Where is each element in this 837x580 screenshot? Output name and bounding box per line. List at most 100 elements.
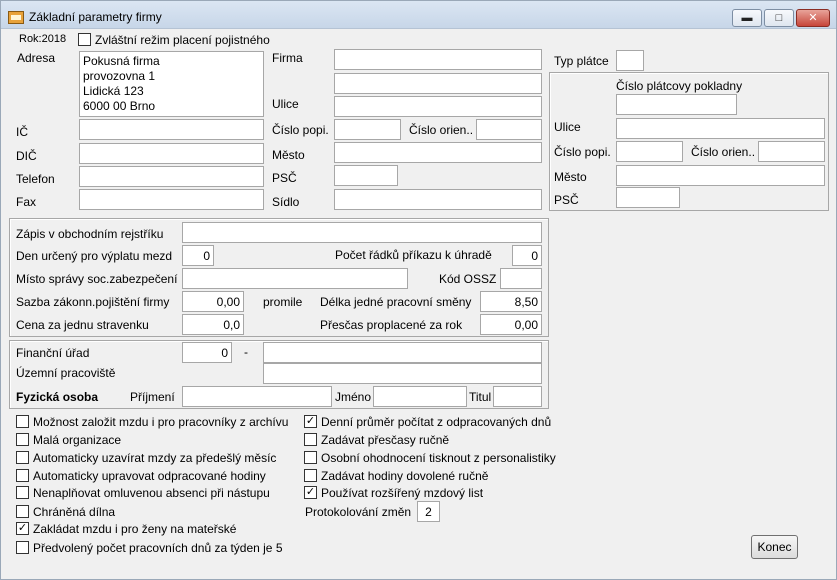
sazba-label: Sazba zákonn.pojištění firmy (16, 295, 170, 309)
title-bar: Základní parametry firmy ▬ □ ✕ (1, 1, 836, 29)
option-daily-avg-check[interactable]: ✓ (304, 415, 317, 429)
payer-ulice-field[interactable] (616, 118, 825, 139)
option-archive-check[interactable] (16, 415, 29, 429)
payer-psc-field[interactable] (616, 187, 680, 208)
telefon-field[interactable] (79, 166, 264, 187)
option-five-days-check[interactable] (16, 541, 29, 555)
option-archive-label: Možnost založit mzdu i pro pracovníky z … (33, 414, 289, 429)
option-protected-check[interactable] (16, 505, 29, 519)
fyzicka-label: Fyzická osoba (16, 390, 99, 404)
special-regime-label: Zvláštní režim placení pojistného (95, 32, 270, 47)
option-protected[interactable]: Chráněná dílna (16, 504, 115, 520)
typ-platce-field[interactable] (616, 50, 644, 71)
address-label: Adresa (17, 51, 56, 65)
option-vacation-hours-check[interactable] (304, 469, 317, 483)
option-absence-check[interactable] (16, 486, 29, 500)
special-regime-check[interactable] (78, 33, 91, 47)
prescas-label: Přesčas proplacené za rok (320, 318, 463, 332)
ic-label: IČ (16, 125, 28, 139)
dic-field[interactable] (79, 143, 264, 164)
maximize-button[interactable]: □ (764, 9, 794, 27)
pocet-field[interactable]: 0 (512, 245, 542, 266)
cislo-platcovy-field[interactable] (616, 94, 737, 115)
mesto-field[interactable] (334, 142, 542, 163)
kod-field[interactable] (500, 268, 542, 289)
app-icon (8, 11, 24, 24)
option-overtime[interactable]: Zadávat přesčasy ručně (304, 432, 449, 448)
prescas-field[interactable]: 0,00 (480, 314, 542, 335)
option-overtime-check[interactable] (304, 433, 317, 447)
psc-label: PSČ (272, 171, 297, 185)
window-title: Základní parametry firmy (29, 10, 162, 24)
option-small-org-check[interactable] (16, 433, 29, 447)
financni-code-field[interactable]: 0 (182, 342, 232, 363)
prijmeni-label: Příjmení (130, 390, 175, 404)
firma-field-1[interactable] (334, 49, 542, 70)
payer-mesto-field[interactable] (616, 165, 825, 186)
option-maternity-label: Zakládat mzdu i pro ženy na mateřské (33, 521, 237, 536)
option-vacation-hours[interactable]: Zadávat hodiny dovolené ručně (304, 468, 488, 484)
close-button[interactable]: ✕ (796, 9, 830, 27)
payer-cislo-orien-label: Číslo orien.. (691, 145, 756, 159)
kod-label: Kód OSSZ (439, 272, 497, 286)
protokol-label: Protokolování změn (305, 505, 412, 519)
delka-field[interactable]: 8,50 (480, 291, 542, 312)
option-extended-list-check[interactable]: ✓ (304, 486, 317, 500)
psc-field[interactable] (334, 165, 398, 186)
zapis-field[interactable] (182, 222, 542, 243)
cislo-popi-field[interactable] (334, 119, 401, 140)
ic-field[interactable] (79, 119, 264, 140)
den-label: Den určený pro výplatu mezd (16, 249, 173, 263)
option-personal-eval-label: Osobní ohodnocení tisknout z personalist… (321, 450, 556, 465)
cislo-orien-label: Číslo orien.. (409, 123, 474, 137)
option-auto-close-check[interactable] (16, 451, 29, 465)
option-maternity-check[interactable]: ✓ (16, 522, 29, 536)
option-personal-eval[interactable]: Osobní ohodnocení tisknout z personalist… (304, 450, 556, 466)
firma-label: Firma (272, 51, 303, 65)
sidlo-field[interactable] (334, 189, 542, 210)
sazba-field[interactable]: 0,00 (182, 291, 244, 312)
uzemni-field[interactable] (263, 363, 542, 384)
option-personal-eval-check[interactable] (304, 451, 317, 465)
option-small-org[interactable]: Malá organizace (16, 432, 121, 448)
minimize-button[interactable]: ▬ (732, 9, 762, 27)
fax-field[interactable] (79, 189, 264, 210)
sidlo-label: Sídlo (272, 195, 300, 209)
dialog-window: Základní parametry firmy ▬ □ ✕ Rok:2018 … (0, 0, 837, 580)
option-five-days[interactable]: Předvolený počet pracovních dnů za týden… (16, 540, 283, 556)
cena-field[interactable]: 0,0 (182, 314, 244, 335)
special-regime-checkbox[interactable]: Zvláštní režim placení pojistného (78, 32, 270, 48)
option-small-org-label: Malá organizace (33, 432, 122, 447)
dic-label: DIČ (16, 149, 37, 163)
prijmeni-field[interactable] (182, 386, 332, 407)
cislo-orien-field[interactable] (476, 119, 542, 140)
protokol-field[interactable]: 2 (417, 501, 440, 522)
option-archive[interactable]: Možnost založit mzdu i pro pracovníky z … (16, 414, 288, 430)
ulice-field[interactable] (334, 96, 542, 117)
address-field[interactable]: Pokusná firma provozovna 1 Lidická 123 6… (79, 51, 264, 117)
zapis-label: Zápis v obchodním rejstříku (16, 227, 164, 241)
payer-cislo-orien-field[interactable] (758, 141, 825, 162)
option-daily-avg[interactable]: ✓ Denní průměr počítat z odpracovaných dn… (304, 414, 551, 430)
option-overtime-label: Zadávat přesčasy ručně (321, 432, 450, 447)
konec-button[interactable]: Konec (751, 535, 798, 559)
titul-field[interactable] (493, 386, 542, 407)
option-auto-close[interactable]: Automaticky uzavírat mzdy za předešlý mě… (16, 450, 276, 466)
payer-cislo-popi-field[interactable] (616, 141, 683, 162)
option-absence-label: Nenaplňovat omluvenou absenci při nástup… (33, 485, 270, 500)
option-maternity[interactable]: ✓ Zakládat mzdu i pro ženy na mateřské (16, 521, 236, 537)
misto-field[interactable] (182, 268, 408, 289)
option-absence[interactable]: Nenaplňovat omluvenou absenci při nástup… (16, 485, 270, 501)
option-vacation-hours-label: Zadávat hodiny dovolené ručně (321, 468, 489, 483)
typ-platce-label: Typ plátce (554, 54, 609, 68)
cena-label: Cena za jednu stravenku (16, 318, 149, 332)
option-auto-hours-check[interactable] (16, 469, 29, 483)
option-protected-label: Chráněná dílna (33, 504, 116, 519)
option-auto-hours[interactable]: Automaticky upravovat odpracované hodiny (16, 468, 266, 484)
financni-name-field[interactable] (263, 342, 542, 363)
firma-field-2[interactable] (334, 73, 542, 94)
den-field[interactable]: 0 (182, 245, 214, 266)
option-extended-list[interactable]: ✓ Používat rozšířený mzdový list (304, 485, 483, 501)
option-auto-hours-label: Automaticky upravovat odpracované hodiny (33, 468, 266, 483)
jmeno-field[interactable] (373, 386, 467, 407)
